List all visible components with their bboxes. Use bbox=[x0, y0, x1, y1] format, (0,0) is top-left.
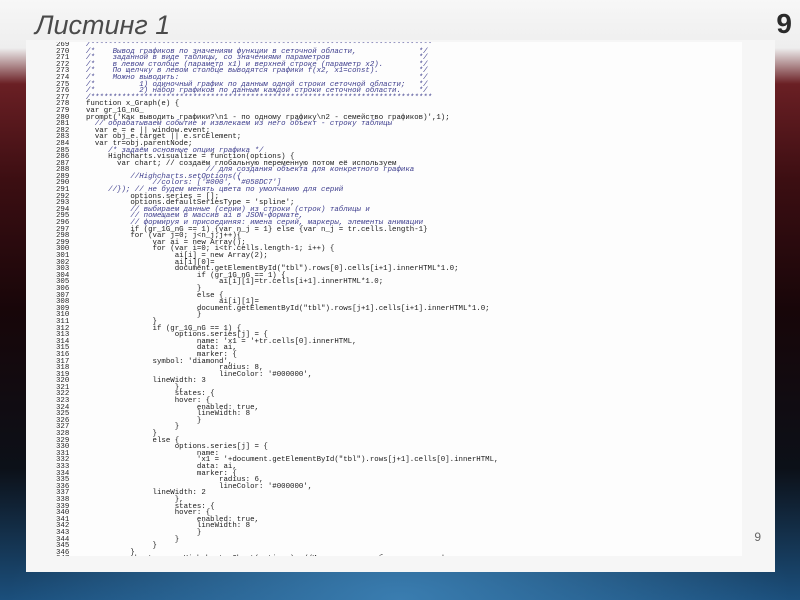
code-line: 310 } bbox=[56, 312, 742, 319]
slide-number-bottom: 9 bbox=[754, 530, 761, 544]
code-listing: 269/************************************… bbox=[56, 42, 742, 556]
code-line: 278 function x_Graph(e) { bbox=[56, 101, 742, 108]
code-line: 344 } bbox=[56, 536, 742, 543]
code-line: 345 } bbox=[56, 542, 742, 549]
code-text: chart = new Highcharts.Chart(options); /… bbox=[86, 555, 458, 557]
code-line: 327 } bbox=[56, 424, 742, 431]
slide-number-top: 9 bbox=[776, 8, 792, 39]
slide-title: Листинг 1 bbox=[35, 10, 171, 40]
slide-body: 269/************************************… bbox=[26, 40, 775, 572]
